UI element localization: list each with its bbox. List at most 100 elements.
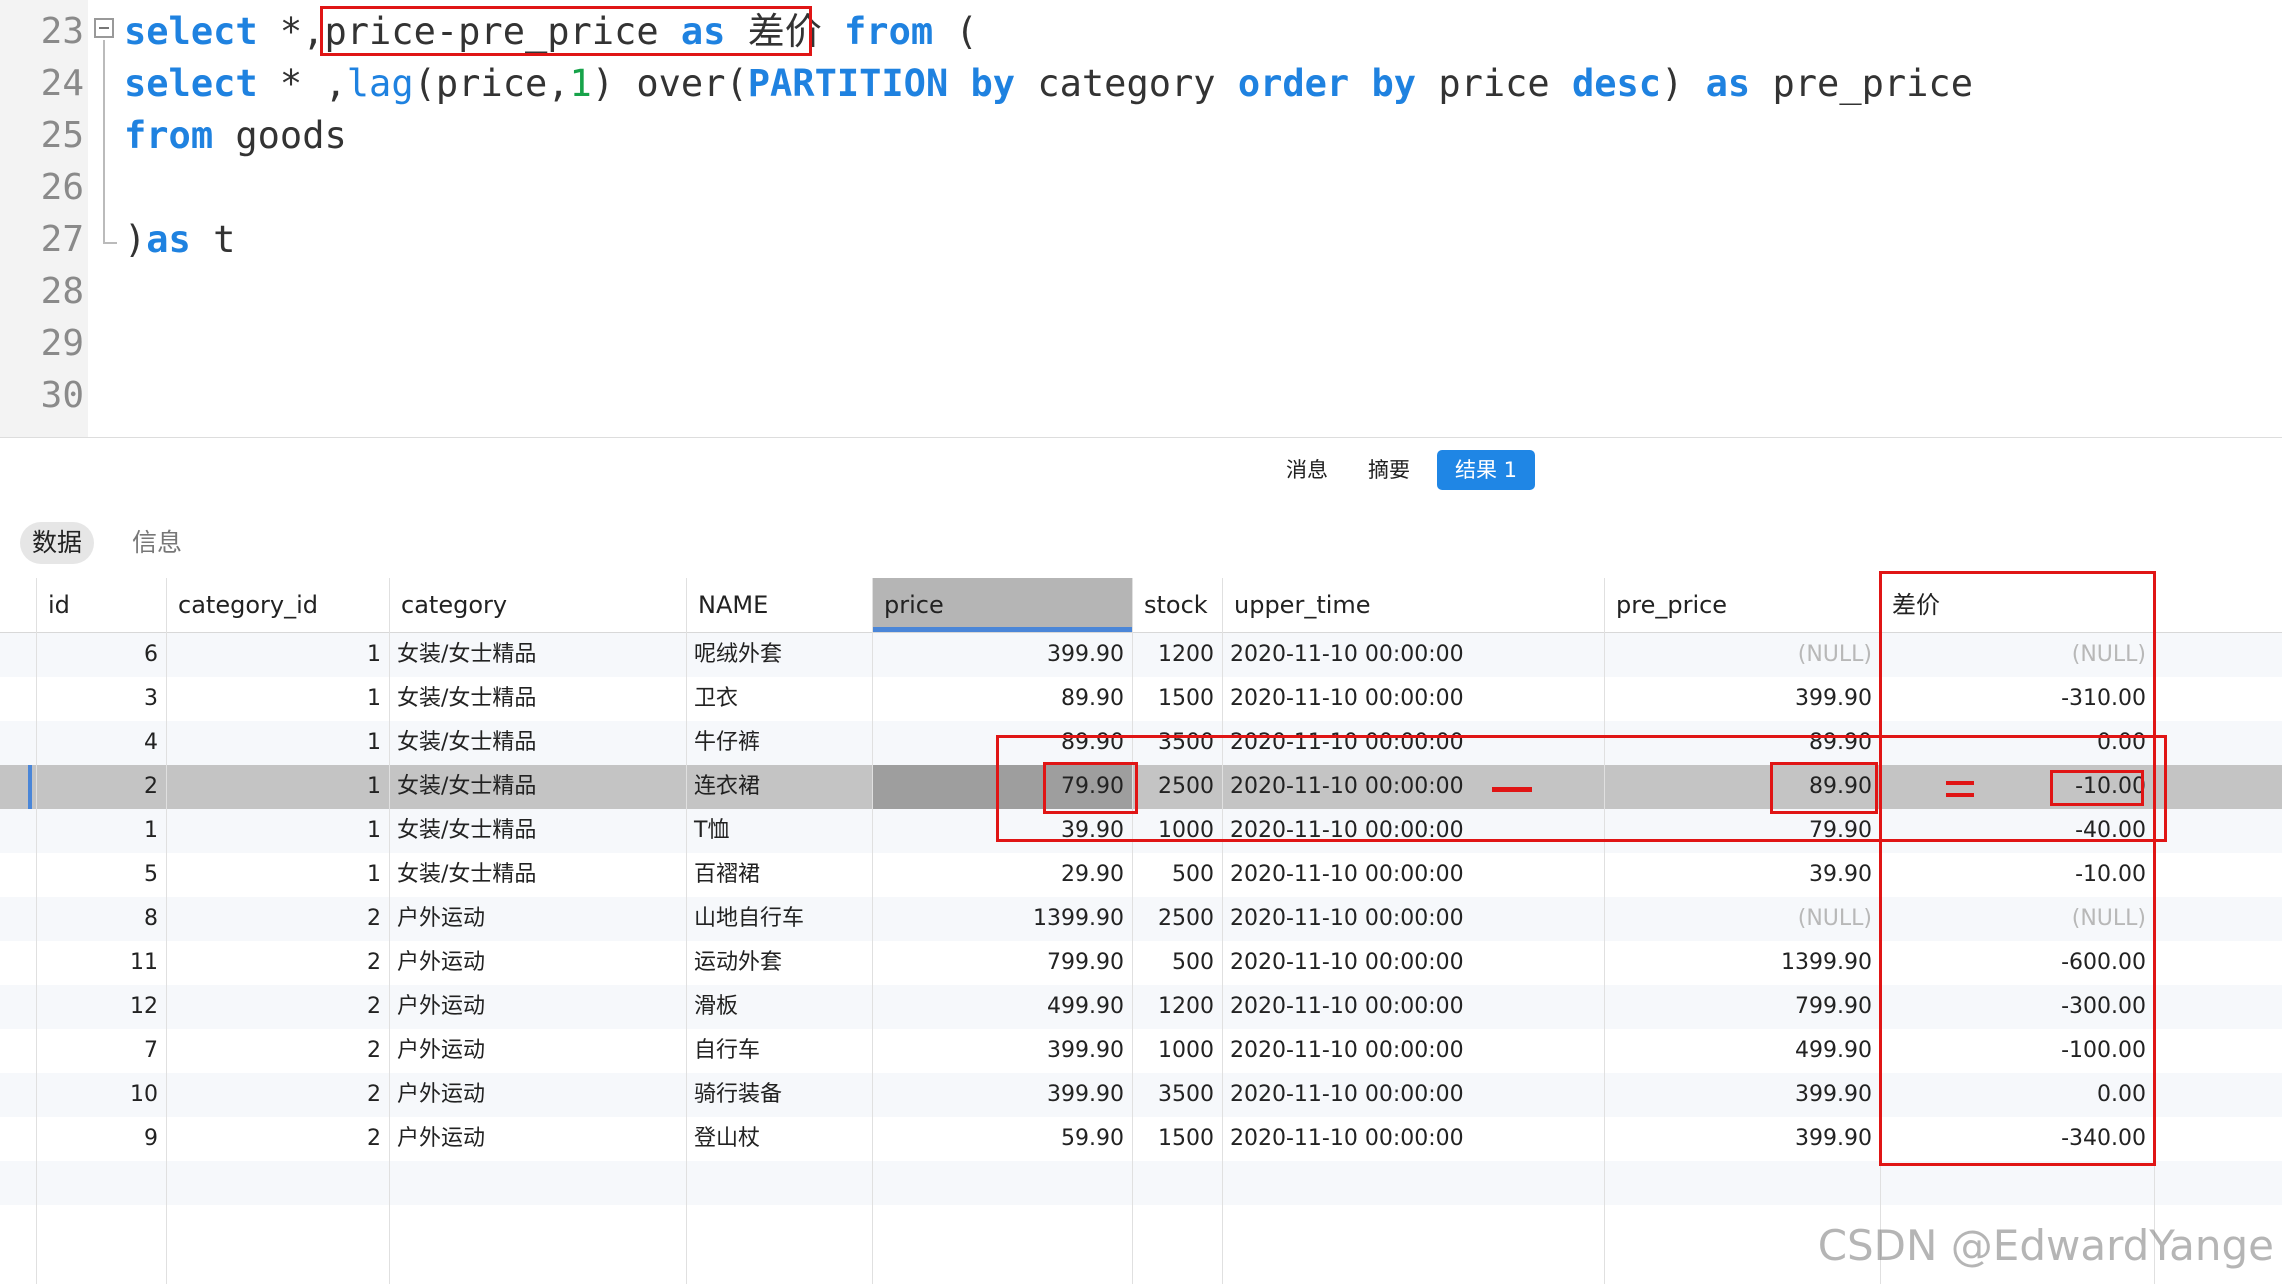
table-cell[interactable]: 滑板 [686,985,872,1029]
table-cell[interactable]: 2020-11-10 00:00:00 [1222,1073,1604,1117]
table-cell[interactable]: 2020-11-10 00:00:00 [1222,985,1604,1029]
table-cell[interactable]: 79.90 [1604,809,1880,853]
table-cell[interactable]: 2500 [1132,897,1222,941]
table-cell[interactable]: 骑行装备 [686,1073,872,1117]
table-row[interactable]: 10 2 户外运动 骑行装备 399.90 3500 2020-11-10 00:00:00… [0,1073,2282,1117]
table-cell[interactable]: 799.90 [872,941,1132,985]
table-cell[interactable]: 自行车 [686,1029,872,1073]
table-cell[interactable]: 500 [1132,941,1222,985]
table-cell[interactable]: 户外运动 [389,985,686,1029]
table-cell[interactable]: -300.00 [1880,985,2154,1029]
table-cell[interactable]: 7 [36,1029,166,1073]
table-cell[interactable]: 2020-11-10 00:00:00 [1222,853,1604,897]
table-cell[interactable]: (NULL) [1604,897,1880,941]
column-header[interactable]: pre_price [1604,578,1880,632]
table-row[interactable]: 5 1 女装/女士精品 百褶裙 29.90 500 2020-11-10 00:00:00 3… [0,853,2282,897]
table-cell[interactable]: 户外运动 [389,1117,686,1161]
table-cell[interactable]: 户外运动 [389,1029,686,1073]
table-cell[interactable]: 5 [36,853,166,897]
table-cell[interactable]: 牛仔裤 [686,721,872,765]
table-cell[interactable]: 399.90 [872,633,1132,677]
table-cell[interactable]: 1 [166,633,389,677]
column-header[interactable]: category [389,578,686,632]
fold-toggle-icon[interactable] [94,18,114,38]
table-cell[interactable]: 59.90 [872,1117,1132,1161]
table-cell[interactable]: 户外运动 [389,897,686,941]
table-cell[interactable]: 连衣裙 [686,765,872,809]
table-cell[interactable]: 499.90 [1604,1029,1880,1073]
table-cell[interactable]: -100.00 [1880,1029,2154,1073]
table-cell[interactable]: 2020-11-10 00:00:00 [1222,897,1604,941]
table-row[interactable]: 11 2 户外运动 运动外套 799.90 500 2020-11-10 00:00:00 1… [0,941,2282,985]
table-cell[interactable]: 3500 [1132,721,1222,765]
column-header[interactable]: upper_time [1222,578,1604,632]
table-cell[interactable]: 8 [36,897,166,941]
table-cell[interactable]: 39.90 [1604,853,1880,897]
tab-data[interactable]: 数据 [20,522,95,564]
table-cell[interactable]: 1500 [1132,677,1222,721]
table-cell[interactable]: 户外运动 [389,1073,686,1117]
table-cell[interactable]: 1399.90 [1604,941,1880,985]
table-cell[interactable]: 2 [166,1029,389,1073]
table-row[interactable]: 3 1 女装/女士精品 卫衣 89.90 1500 2020-11-10 00:00:00 3… [0,677,2282,721]
table-cell[interactable]: 2020-11-10 00:00:00 [1222,1029,1604,1073]
table-cell[interactable]: 2020-11-10 00:00:00 [1222,765,1604,809]
table-cell[interactable]: 1 [166,677,389,721]
table-cell[interactable]: 89.90 [872,677,1132,721]
table-cell[interactable]: 女装/女士精品 [389,721,686,765]
table-cell[interactable]: 89.90 [872,721,1132,765]
table-cell[interactable]: 登山杖 [686,1117,872,1161]
table-cell[interactable]: 39.90 [872,809,1132,853]
table-cell[interactable]: -40.00 [1880,809,2154,853]
table-cell[interactable]: 1200 [1132,985,1222,1029]
table-cell[interactable]: 2 [166,897,389,941]
table-cell[interactable]: 799.90 [1604,985,1880,1029]
table-cell[interactable]: 1 [166,853,389,897]
table-cell[interactable]: 9 [36,1117,166,1161]
table-cell[interactable]: 2020-11-10 00:00:00 [1222,633,1604,677]
table-cell[interactable]: 0.00 [1880,1073,2154,1117]
table-cell[interactable]: 1000 [1132,809,1222,853]
table-row[interactable]: 7 2 户外运动 自行车 399.90 1000 2020-11-10 00:00:00 49… [0,1029,2282,1073]
tab-result-1[interactable]: 结果 1 [1437,450,1536,490]
table-cell[interactable]: 2500 [1132,765,1222,809]
tab-info[interactable]: 信息 [120,522,194,564]
table-cell[interactable]: (NULL) [1604,633,1880,677]
table-cell[interactable]: 3 [36,677,166,721]
table-cell[interactable]: 卫衣 [686,677,872,721]
table-cell[interactable]: 2020-11-10 00:00:00 [1222,1117,1604,1161]
table-cell[interactable]: 运动外套 [686,941,872,985]
table-row[interactable]: 9 2 户外运动 登山杖 59.90 1500 2020-11-10 00:00:00 399… [0,1117,2282,1161]
table-cell[interactable]: 女装/女士精品 [389,677,686,721]
table-cell[interactable]: 500 [1132,853,1222,897]
column-header[interactable]: id [36,578,166,632]
table-cell[interactable]: 1 [36,809,166,853]
table-cell[interactable]: 399.90 [1604,677,1880,721]
table-cell[interactable]: 89.90 [1604,721,1880,765]
table-cell[interactable]: (NULL) [1880,633,2154,677]
column-header[interactable]: stock [1132,578,1222,632]
table-cell[interactable]: 399.90 [872,1073,1132,1117]
table-cell[interactable]: 呢绒外套 [686,633,872,677]
table-cell[interactable]: -600.00 [1880,941,2154,985]
table-cell[interactable]: 3500 [1132,1073,1222,1117]
table-cell[interactable]: 1 [166,765,389,809]
table-row[interactable]: 4 1 女装/女士精品 牛仔裤 89.90 3500 2020-11-10 00:00:00… [0,721,2282,765]
table-cell[interactable]: 11 [36,941,166,985]
table-cell[interactable]: 女装/女士精品 [389,765,686,809]
table-cell[interactable]: 4 [36,721,166,765]
table-cell[interactable]: 6 [36,633,166,677]
tab-summary[interactable]: 摘要 [1350,450,1428,490]
table-cell[interactable]: 1200 [1132,633,1222,677]
table-cell[interactable]: -10.00 [1880,853,2154,897]
table-cell[interactable]: 山地自行车 [686,897,872,941]
result-grid[interactable]: 6 1 女装/女士精品 呢绒外套 399.90 1200 2020-11-10 00:00:… [0,578,2282,1284]
table-cell[interactable]: -340.00 [1880,1117,2154,1161]
table-cell[interactable]: 2020-11-10 00:00:00 [1222,721,1604,765]
table-row[interactable]: 8 2 户外运动 山地自行车 1399.90 2500 2020-11-10 00:00:0… [0,897,2282,941]
table-cell[interactable]: 1 [166,809,389,853]
table-cell[interactable]: T恤 [686,809,872,853]
table-cell[interactable]: 399.90 [1604,1117,1880,1161]
table-row[interactable]: 12 2 户外运动 滑板 499.90 1200 2020-11-10 00:00:00 79… [0,985,2282,1029]
table-cell[interactable]: 2 [36,765,166,809]
